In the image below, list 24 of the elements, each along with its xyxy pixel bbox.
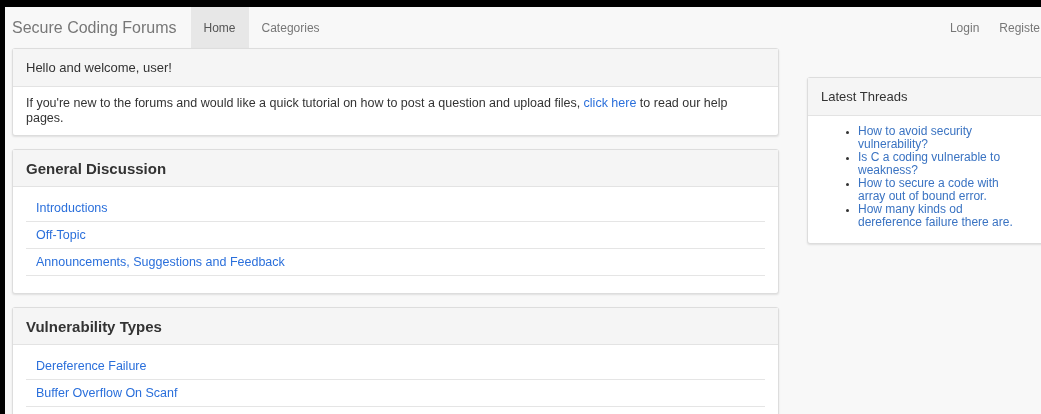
thread-link[interactable]: How to avoid security vulnerability? [858, 125, 1021, 151]
card-title: Hello and welcome, user! [26, 60, 172, 75]
bullet-icon [846, 131, 849, 134]
forum-link[interactable]: Off-Topic [36, 228, 86, 242]
intro-paragraph: If you're new to the forums and would like a quick tutorial on how to post a question and upload files, click here to read our help pages. [26, 96, 729, 126]
nav-tab[interactable]: Home [190, 7, 249, 48]
forum-link[interactable]: Announcements, Suggestions and Feedback [36, 255, 285, 269]
bullet-icon [846, 209, 849, 212]
forum-link[interactable]: Buffer Overflow On Scanf [36, 386, 178, 400]
section-title: Vulnerability Types [26, 317, 162, 335]
nav-link[interactable]: Registe [979, 7, 1040, 48]
thread-link[interactable]: How many kinds od dereference failure there are. [858, 203, 1021, 229]
help-link[interactable]: click here [583, 96, 637, 110]
thread-link[interactable]: How to secure a code with array out of bound error. [858, 177, 1021, 203]
bullet-icon [846, 157, 849, 160]
card-title: Latest Threads [821, 89, 908, 104]
forum-link[interactable]: Dereference Failure [36, 359, 147, 373]
bullet-icon [846, 183, 849, 186]
nav-link[interactable]: Login [929, 7, 980, 48]
section-title: General Discussion [26, 159, 167, 177]
nav-tab[interactable]: Categories [248, 7, 333, 48]
thread-link[interactable]: Is C a coding vulnerable to weakness? [858, 151, 1021, 177]
site-title[interactable]: Secure Coding Forums [5, 18, 191, 37]
forum-link[interactable]: Introductions [36, 201, 108, 215]
